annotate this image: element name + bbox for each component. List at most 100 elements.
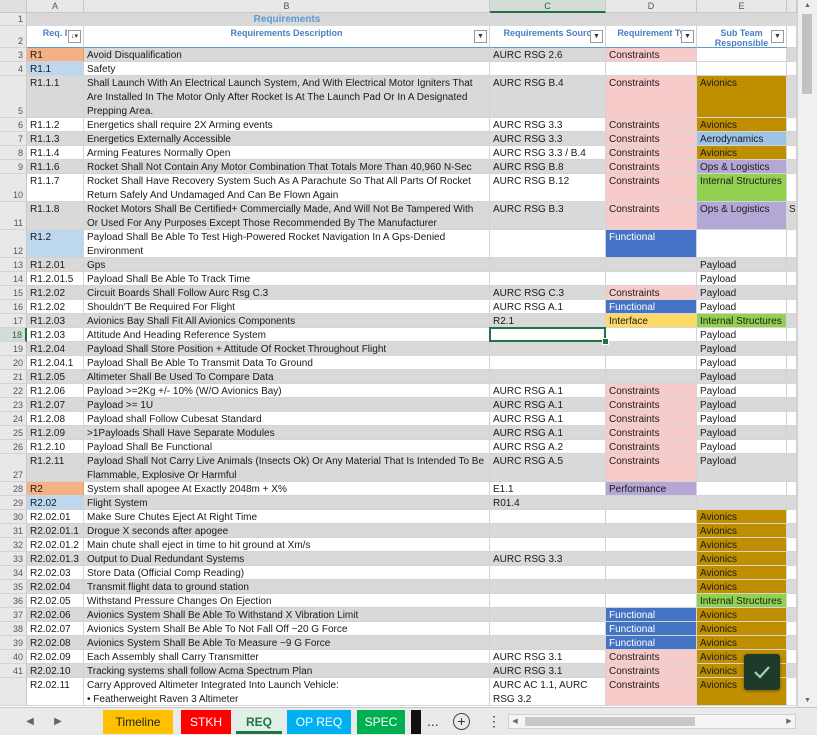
- scroll-left-icon[interactable]: ◀: [509, 715, 521, 728]
- cell-c[interactable]: R2.1: [490, 314, 606, 328]
- cell-e[interactable]: Payload: [697, 384, 787, 398]
- cell-d[interactable]: [606, 342, 697, 356]
- cell-c[interactable]: AURC RSG 3.3: [490, 552, 606, 566]
- row-header[interactable]: 17: [0, 314, 27, 328]
- cell-c[interactable]: AURC RSG B.8: [490, 160, 606, 174]
- cell-b[interactable]: Tracking systems shall follow Acma Spect…: [84, 664, 490, 678]
- row-header[interactable]: 4: [0, 62, 27, 76]
- tab-req[interactable]: REQ: [236, 710, 282, 734]
- filter-dropdown-icon[interactable]: ▼: [590, 30, 603, 43]
- row-header[interactable]: 22: [0, 384, 27, 398]
- cell-c[interactable]: [490, 62, 606, 76]
- cell-d[interactable]: [606, 356, 697, 370]
- cell-d[interactable]: [606, 510, 697, 524]
- row-header[interactable]: 6: [0, 118, 27, 132]
- cell-d[interactable]: Constraints: [606, 76, 697, 118]
- tab-stkh[interactable]: STKH: [181, 710, 231, 734]
- filter-dropdown-icon[interactable]: ▼: [771, 30, 784, 43]
- cell-b[interactable]: Payload Shall Be Able To Test High-Power…: [84, 230, 490, 258]
- cell-b[interactable]: Each Assembly shall Carry Transmitter: [84, 650, 490, 664]
- vertical-dots-icon[interactable]: ⋮: [487, 710, 501, 734]
- cell-a[interactable]: R1.1.8: [27, 202, 84, 230]
- more-sheets-icon[interactable]: ...: [427, 710, 439, 734]
- cell-d[interactable]: Interface: [606, 314, 697, 328]
- cell-a[interactable]: R2.02.06: [27, 608, 84, 622]
- cell-b[interactable]: Payload shall Follow Cubesat Standard: [84, 412, 490, 426]
- cell-e[interactable]: Internal Structures: [697, 174, 787, 202]
- row-header[interactable]: 7: [0, 132, 27, 146]
- cell-e[interactable]: Payload: [697, 286, 787, 300]
- row-header[interactable]: 24: [0, 412, 27, 426]
- cell-e[interactable]: Avionics: [697, 636, 787, 650]
- cell-d[interactable]: Functional: [606, 636, 697, 650]
- row-header[interactable]: 10: [0, 174, 27, 202]
- cell-e[interactable]: Payload: [697, 272, 787, 286]
- cell-c[interactable]: [490, 272, 606, 286]
- cell-b[interactable]: Transmit flight data to ground station: [84, 580, 490, 594]
- cell-e[interactable]: Payload: [697, 398, 787, 412]
- cell-c[interactable]: AURC RSG A.1: [490, 426, 606, 440]
- cell-e[interactable]: Avionics: [697, 566, 787, 580]
- row-header[interactable]: 12: [0, 230, 27, 258]
- cell-c[interactable]: [490, 258, 606, 272]
- cell-c[interactable]: AURC RSG 3.3 / B.4: [490, 146, 606, 160]
- cell-e[interactable]: Payload: [697, 454, 787, 482]
- cell-a[interactable]: R1.2.06: [27, 384, 84, 398]
- cell-a[interactable]: R2.02.01.1: [27, 524, 84, 538]
- cell-a[interactable]: R1.2: [27, 230, 84, 258]
- cell-b[interactable]: Circuit Boards Shall Follow Aurc Rsg C.3: [84, 286, 490, 300]
- row-header[interactable]: 8: [0, 146, 27, 160]
- row-header[interactable]: 9: [0, 160, 27, 174]
- cell-c[interactable]: [490, 622, 606, 636]
- cell-c[interactable]: [490, 328, 606, 342]
- column-header-e[interactable]: E: [697, 0, 787, 13]
- cell-e[interactable]: [697, 48, 787, 62]
- row-header[interactable]: 25: [0, 426, 27, 440]
- row-header[interactable]: 33: [0, 552, 27, 566]
- row-header[interactable]: 20: [0, 356, 27, 370]
- cell-e[interactable]: Avionics: [697, 552, 787, 566]
- cell-e[interactable]: [697, 230, 787, 258]
- row-header[interactable]: 5: [0, 76, 27, 118]
- cell-a[interactable]: R2.02.07: [27, 622, 84, 636]
- cell-a[interactable]: R1.1.2: [27, 118, 84, 132]
- cell-c[interactable]: AURC RSG 3.3: [490, 118, 606, 132]
- cell-c[interactable]: AURC RSG C.3: [490, 286, 606, 300]
- column-header-b[interactable]: B: [84, 0, 490, 13]
- cell-d[interactable]: Constraints: [606, 412, 697, 426]
- cell-c[interactable]: E1.1: [490, 482, 606, 496]
- cell-a[interactable]: R2.02.10: [27, 664, 84, 678]
- cell-b[interactable]: Rocket Shall Not Contain Any Motor Combi…: [84, 160, 490, 174]
- cell-c[interactable]: [490, 356, 606, 370]
- cell-c[interactable]: AURC RSG A.1: [490, 412, 606, 426]
- horizontal-scrollbar[interactable]: ◀ ▶: [508, 714, 796, 729]
- cell-a[interactable]: R2.02.08: [27, 636, 84, 650]
- cell-c[interactable]: [490, 370, 606, 384]
- cell-d[interactable]: Constraints: [606, 678, 697, 706]
- cell-c[interactable]: [490, 538, 606, 552]
- cell-d[interactable]: Constraints: [606, 202, 697, 230]
- cell-a[interactable]: R1.1.7: [27, 174, 84, 202]
- cell-e[interactable]: Avionics: [697, 622, 787, 636]
- prev-sheet-icon[interactable]: ◀: [22, 714, 38, 730]
- cell-d[interactable]: [606, 580, 697, 594]
- cell-c[interactable]: [490, 566, 606, 580]
- cell-b[interactable]: Energetics shall require 2X Arming event…: [84, 118, 490, 132]
- cell-a[interactable]: R1.1.1: [27, 76, 84, 118]
- cell-b[interactable]: Safety: [84, 62, 490, 76]
- tab-op-req[interactable]: OP REQ: [287, 710, 351, 734]
- cell-d[interactable]: Constraints: [606, 650, 697, 664]
- cell-c[interactable]: AURC RSG 3.1: [490, 650, 606, 664]
- cell-a[interactable]: R1.2.05: [27, 370, 84, 384]
- cell-d[interactable]: [606, 594, 697, 608]
- cell-c[interactable]: AURC RSG 3.1: [490, 664, 606, 678]
- cell-c[interactable]: AURC RSG A.5: [490, 454, 606, 482]
- cell-b[interactable]: Payload Shall Be Able To Transmit Data T…: [84, 356, 490, 370]
- cell-b[interactable]: Gps: [84, 258, 490, 272]
- cell-b[interactable]: Avionics System Shall Be Able To Not Fal…: [84, 622, 490, 636]
- cell-c[interactable]: [490, 608, 606, 622]
- row-header[interactable]: 1: [0, 13, 27, 26]
- cell-c[interactable]: AURC RSG 2.6: [490, 48, 606, 62]
- cell-a[interactable]: R1.2.01.5: [27, 272, 84, 286]
- cell-d[interactable]: Constraints: [606, 118, 697, 132]
